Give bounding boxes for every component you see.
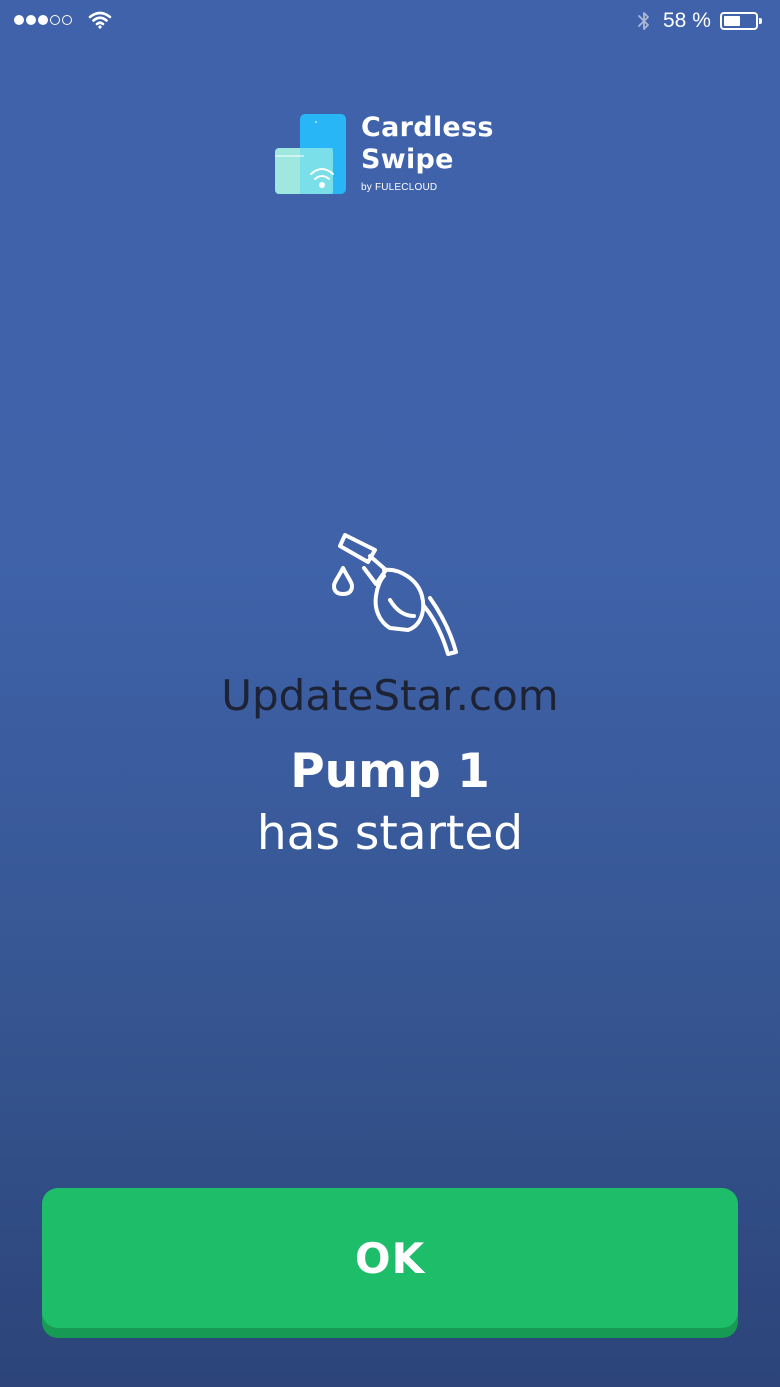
signal-dot bbox=[50, 15, 60, 25]
bluetooth-icon bbox=[638, 12, 649, 30]
logo-wordmark: Cardless Swipe by FULECLOUD bbox=[361, 112, 494, 193]
status-bar: 58 % bbox=[0, 0, 780, 42]
cardless-swipe-logo-icon bbox=[275, 114, 346, 194]
fuel-nozzle-icon bbox=[332, 533, 458, 656]
ok-button[interactable]: OK bbox=[42, 1188, 738, 1328]
pump-title: Pump 1 bbox=[290, 744, 490, 799]
logo-line-1: Cardless bbox=[361, 112, 494, 143]
signal-dot bbox=[14, 15, 24, 25]
battery-percentage: 58 % bbox=[663, 9, 711, 32]
logo-byline: by FULECLOUD bbox=[361, 182, 438, 193]
battery-nub bbox=[759, 18, 762, 24]
signal-dot bbox=[38, 15, 48, 25]
ok-button-label: OK bbox=[354, 1233, 426, 1283]
logo-line-2: Swipe bbox=[361, 144, 454, 175]
battery-icon bbox=[720, 12, 762, 30]
app-logo: Cardless Swipe by FULECLOUD bbox=[274, 112, 514, 202]
signal-dot bbox=[62, 15, 72, 25]
cellular-signal-icon bbox=[14, 15, 72, 25]
battery-fill bbox=[724, 16, 740, 26]
pump-status-text: has started bbox=[256, 806, 524, 861]
watermark-text: UpdateStar.com bbox=[221, 671, 559, 720]
wifi-icon bbox=[88, 11, 112, 29]
signal-dot bbox=[26, 15, 36, 25]
